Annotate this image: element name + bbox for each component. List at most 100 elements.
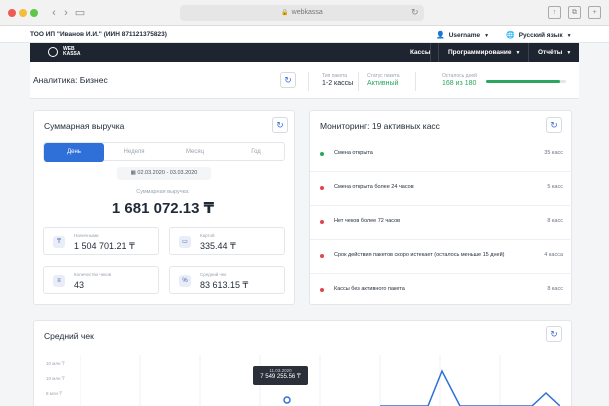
monitoring-row-count: 8 касс <box>547 218 563 224</box>
chevron-down-icon: ▼ <box>566 50 572 56</box>
lock-icon: 🔒 <box>281 10 289 16</box>
hovered-data-point[interactable] <box>283 396 291 404</box>
logo-line2: KASSA <box>63 51 81 57</box>
total-revenue-label: Суммарная выручка: <box>136 189 190 195</box>
status-dot <box>320 152 324 156</box>
date-range-text: 02.03.2020 - 03.03.2020 <box>137 170 198 176</box>
status-dot <box>320 254 324 258</box>
monitoring-row-label: Срок действия пакетов скоро истекает (ос… <box>334 252 505 258</box>
page-title: Аналитика: Бизнес <box>33 75 108 85</box>
revenue-title: Суммарная выручка <box>44 121 125 131</box>
tabs-icon[interactable]: ⧉ <box>568 6 581 19</box>
divider <box>308 72 309 91</box>
minimize-window-button[interactable] <box>19 9 27 17</box>
monitoring-row-count: 35 касс <box>544 150 563 156</box>
nav-item-kassy[interactable]: Кассы <box>410 49 430 56</box>
chevron-down-icon: ▼ <box>566 33 572 39</box>
chart-title: Средний чек <box>44 331 94 341</box>
monitoring-row-label: Кассы без активного пакета <box>334 286 405 292</box>
avg-check-plot <box>80 355 560 406</box>
tab-month[interactable]: Месяц <box>165 143 225 162</box>
top-header: ТОО ИП "Иванов И.И." (ИИН 871121375823) … <box>0 26 609 43</box>
address-bar[interactable]: 🔒 webkassa <box>180 5 424 21</box>
status-dot <box>320 288 324 292</box>
chevron-down-icon: ▼ <box>484 33 490 39</box>
monitoring-card: Мониторинг: 19 активных касс ↻ Смена отк… <box>309 110 573 308</box>
forward-icon[interactable]: › <box>60 7 72 19</box>
receipt-icon: ≡ <box>53 275 65 287</box>
cash-value: 1 504 701.21 ₸ <box>74 241 135 251</box>
url-text: webkassa <box>291 9 323 16</box>
nav-item-reports[interactable]: Отчёты ▼ <box>538 49 571 56</box>
tab-year[interactable]: Год <box>226 143 286 162</box>
days-left-value: 168 из 180 <box>442 80 477 87</box>
package-status-label: Статус пакета <box>367 73 400 79</box>
refresh-button[interactable]: ↻ <box>546 117 562 133</box>
days-progress-fill <box>486 80 561 83</box>
percent-icon: % <box>179 275 191 287</box>
checks-stat: ≡ Количество чеков 43 <box>43 266 159 294</box>
revenue-card: Суммарная выручка ↻ День Неделя Месяц Го… <box>33 110 295 305</box>
nav-divider <box>528 43 529 62</box>
logo-icon[interactable] <box>48 47 58 57</box>
language-label: Русский язык <box>518 32 563 39</box>
cash-icon: ₸ <box>53 236 65 248</box>
refresh-button[interactable]: ↻ <box>280 72 296 88</box>
nav-item-reports-label: Отчёты <box>538 49 563 56</box>
card-label: Картой <box>200 233 215 238</box>
package-type-value: 1-2 кассы <box>322 80 354 87</box>
y-axis-tick: 8 млн ₸ <box>46 391 63 396</box>
user-menu[interactable]: 👤 Username ▼ <box>436 31 489 39</box>
refresh-button[interactable]: ↻ <box>546 326 562 342</box>
avg-check-label: Средний чек <box>200 272 227 277</box>
nav-item-programming-label: Программирование <box>448 49 512 56</box>
maximize-window-button[interactable] <box>30 9 38 17</box>
tooltip-value: 7 549 255.56 ₸ <box>260 374 301 380</box>
user-icon: 👤 <box>436 32 445 39</box>
monitoring-row-count: 8 касс <box>547 286 563 292</box>
monitoring-row[interactable]: Смена открыта более 24 часов 5 касс <box>310 172 573 206</box>
browser-toolbar: ‹ › ▭ 🔒 webkassa ↻ ↑ ⧉ + <box>0 0 609 26</box>
close-window-button[interactable] <box>8 9 16 17</box>
monitoring-row[interactable]: Смена открыта 35 касс <box>310 138 573 172</box>
monitoring-row-count: 5 касс <box>547 184 563 190</box>
status-dot <box>320 186 324 190</box>
refresh-button[interactable]: ↻ <box>272 117 288 133</box>
language-menu[interactable]: 🌐 Русский язык ▼ <box>506 31 572 39</box>
chart-tooltip: 11.03.2020 7 549 255.56 ₸ <box>253 366 308 385</box>
status-dot <box>320 220 324 224</box>
monitoring-row[interactable]: Кассы без активного пакета 8 касс <box>310 274 573 308</box>
monitoring-row[interactable]: Нет чеков более 72 часов 8 касс <box>310 206 573 240</box>
monitoring-row-label: Смена открыта более 24 часов <box>334 184 414 190</box>
divider <box>358 72 359 91</box>
back-icon[interactable]: ‹ <box>48 7 60 19</box>
company-name: ТОО ИП "Иванов И.И." (ИИН 871121375823) <box>30 31 167 38</box>
nav-item-programming[interactable]: Программирование ▼ <box>448 49 520 56</box>
tab-day[interactable]: День <box>44 143 104 162</box>
new-tab-icon[interactable]: + <box>588 6 601 19</box>
total-revenue-value: 1 681 072.13 ₸ <box>111 200 215 217</box>
avg-check-stat: % Средний чек 83 613.15 ₸ <box>169 266 285 294</box>
package-status-value: Активный <box>367 80 399 87</box>
date-range-picker[interactable]: ▦ 02.03.2020 - 03.03.2020 <box>117 167 211 180</box>
checks-label: Количество чеков <box>74 272 112 277</box>
cash-label: Наличными <box>74 233 99 238</box>
days-left-label: Осталось дней <box>442 73 477 79</box>
globe-icon: 🌐 <box>506 32 515 39</box>
logo-text[interactable]: WEB KASSA <box>63 47 81 57</box>
monitoring-row-count: 4 касса <box>544 252 563 258</box>
package-type-label: Тип пакета <box>322 73 348 79</box>
user-name: Username <box>448 32 481 39</box>
monitoring-title: Мониторинг: 19 активных касс <box>320 121 440 131</box>
nav-divider <box>438 43 439 62</box>
monitoring-row[interactable]: Срок действия пакетов скоро истекает (ос… <box>310 240 573 274</box>
sidebar-icon[interactable]: ▭ <box>74 7 86 19</box>
chevron-down-icon: ▼ <box>515 50 521 56</box>
share-icon[interactable]: ↑ <box>548 6 561 19</box>
main-navbar: WEB KASSA Кассы Программирование ▼ Отчёты… <box>30 43 579 62</box>
cash-stat: ₸ Наличными 1 504 701.21 ₸ <box>43 227 159 255</box>
credit-card-icon: ▭ <box>179 236 191 248</box>
tab-week[interactable]: Неделя <box>104 143 164 162</box>
period-tabs: День Неделя Месяц Год <box>43 142 286 162</box>
reload-icon[interactable]: ↻ <box>411 7 419 18</box>
